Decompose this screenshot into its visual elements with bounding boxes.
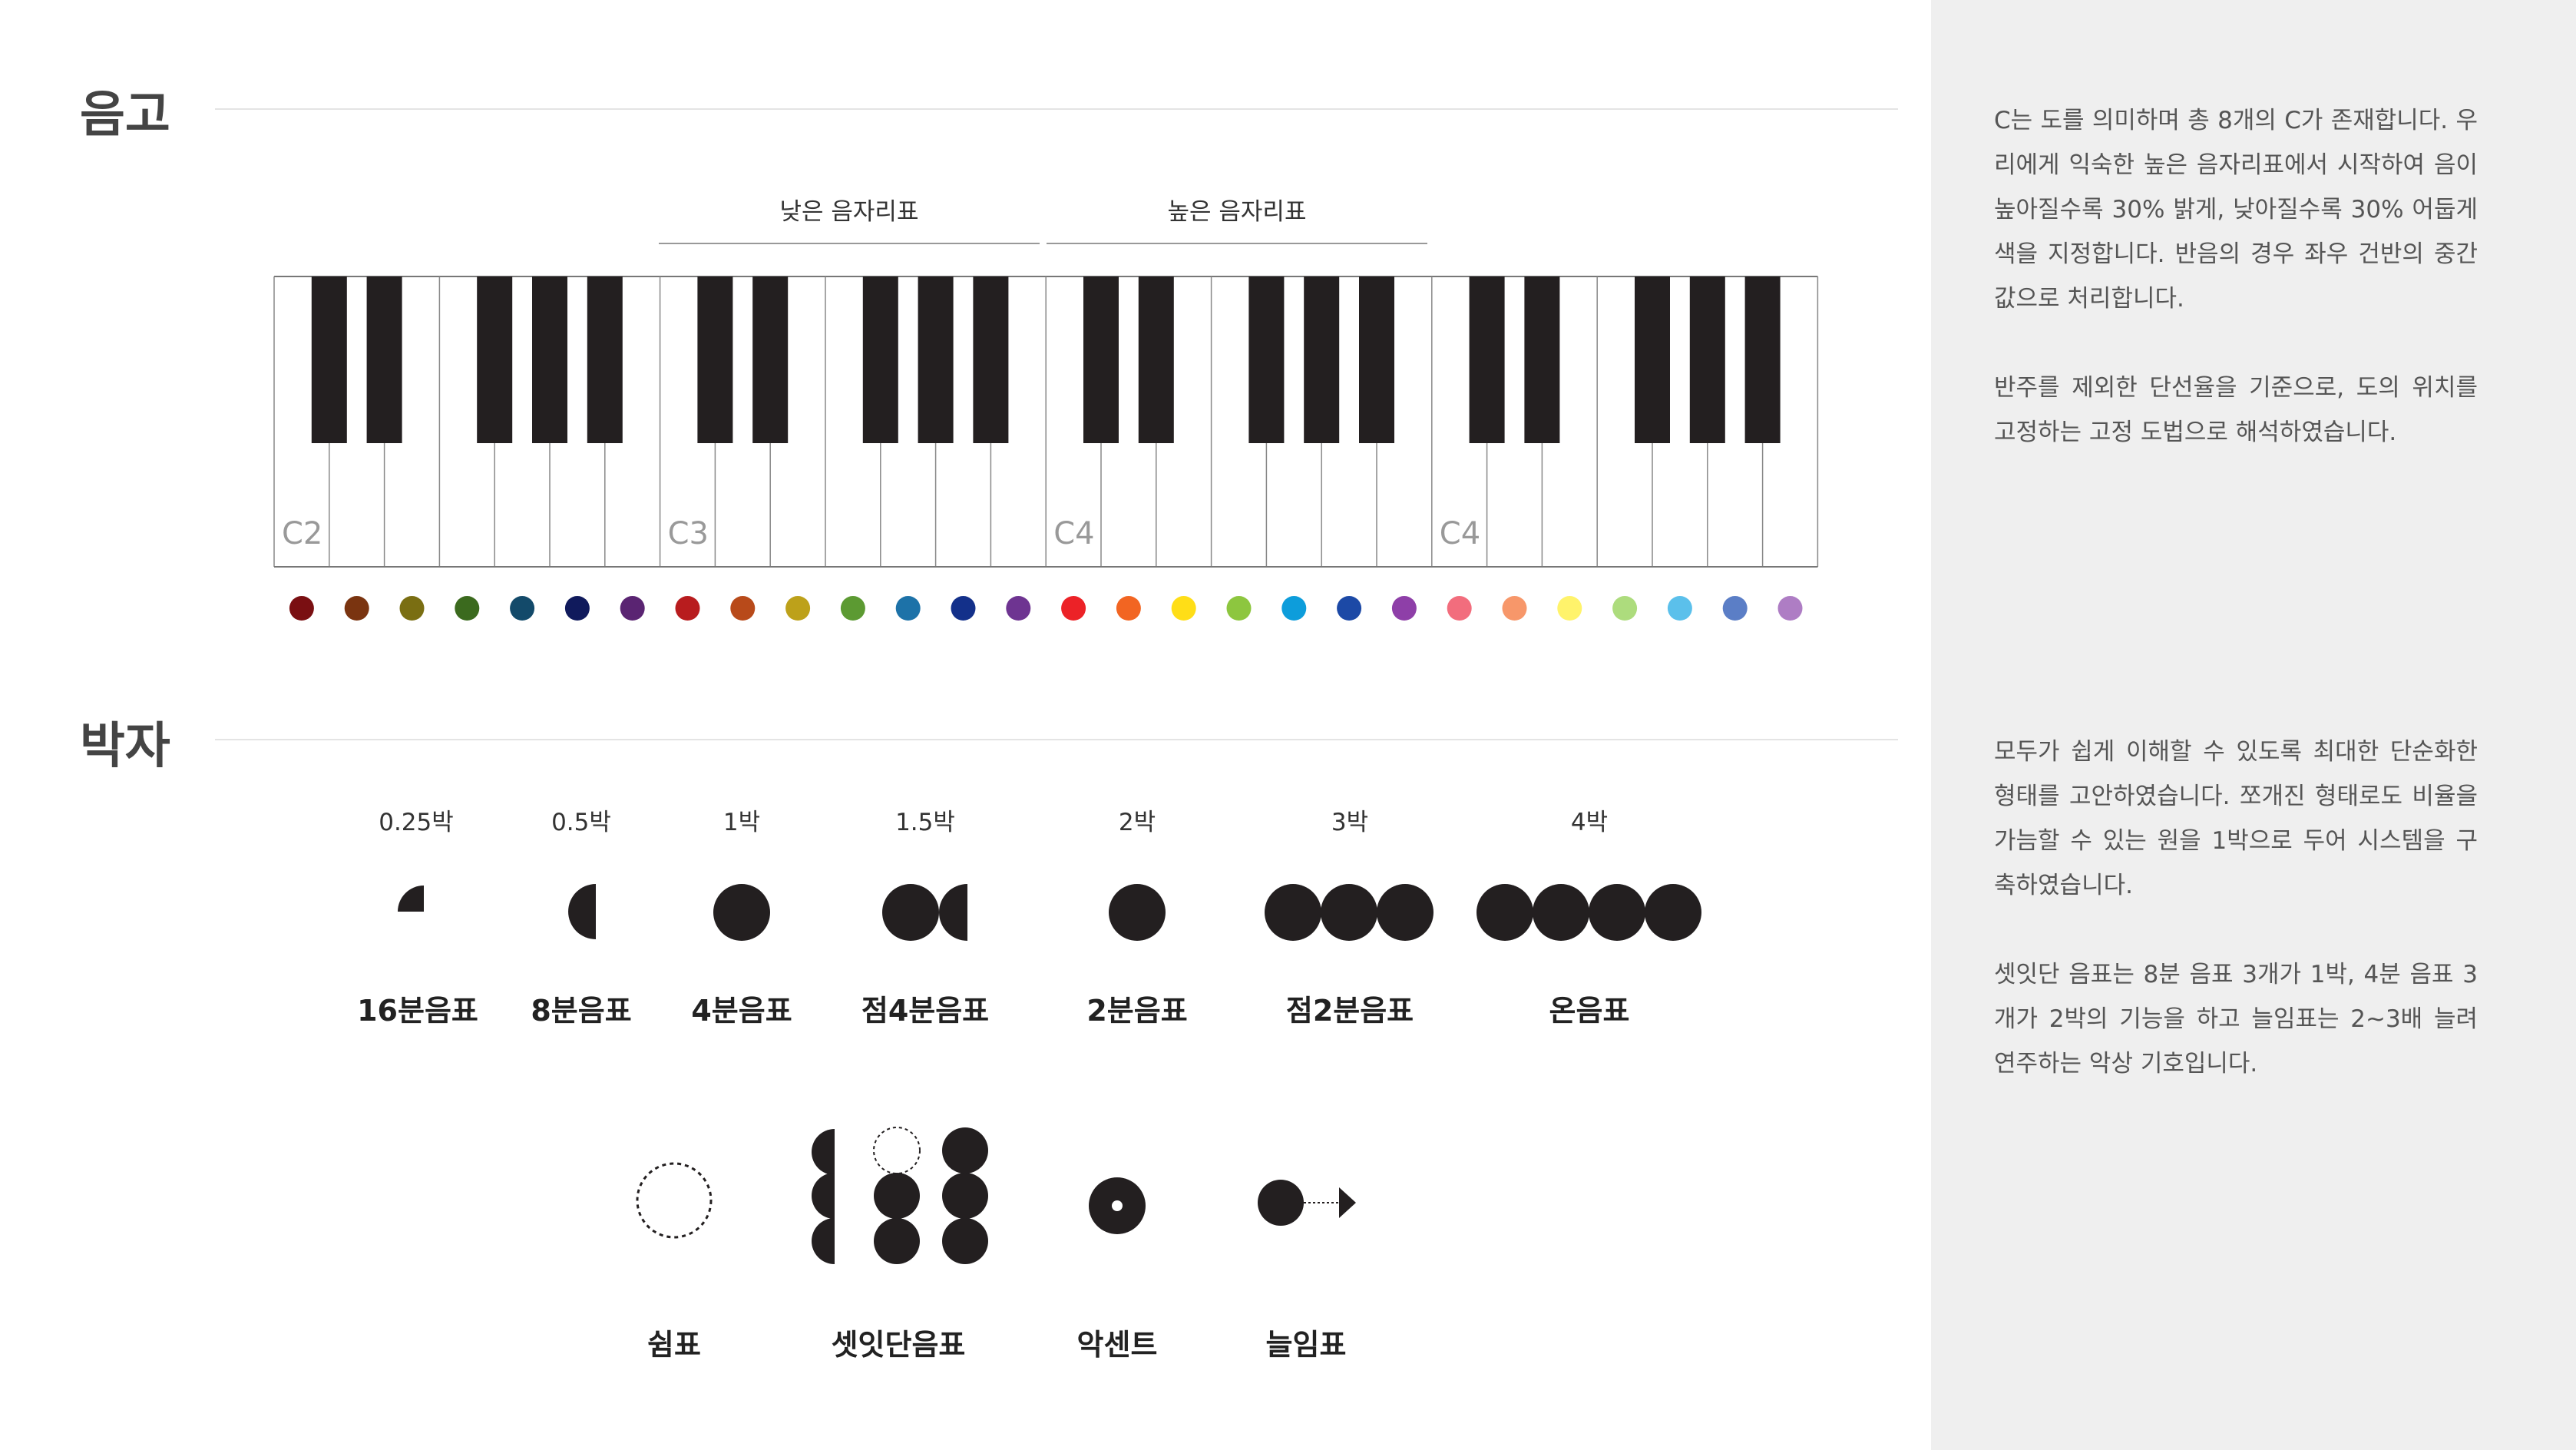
half-note-icon [1109,884,1166,941]
rhythm-glyphs [398,884,1701,1264]
eighth-note-icon [568,884,596,939]
fermata-arrow-icon [1339,1187,1356,1218]
accent-dot-icon [1112,1200,1123,1211]
whole-note-icon [1589,884,1645,941]
whole-note-icon [1645,884,1701,941]
dotted-half-note-icon [1265,884,1321,941]
triplet-quarter-icon [874,1218,920,1264]
dotted-half-note-icon [1377,884,1433,941]
rhythm-description: 모두가 쉽게 이해할 수 있도록 최대한 단순화한 형태를 고안하였습니다. 쪼… [1994,738,2478,1078]
whole-note-icon [1476,884,1533,941]
triplet-eighth-icon [812,1129,835,1175]
dotted-quarter-note-icon [882,884,939,941]
triplet-eighth-icon [812,1218,835,1264]
rest-icon [636,1162,713,1239]
triplet-quarter-icon [874,1173,920,1219]
triplet-eighth-icon [812,1173,835,1219]
whole-note-icon [1533,884,1589,941]
pitch-description: C는 도를 의미하며 총 8개의 C가 존재합니다. 우리에게 익숙한 높은 음… [1994,107,2478,446]
fermata-icon [1258,1180,1304,1226]
sixteenth-note-icon [398,886,424,912]
triplet-rest-icon [873,1127,921,1174]
quarter-note-icon [713,884,770,941]
triplet-quarter-icon [942,1127,988,1174]
dotted-half-note-icon [1321,884,1377,941]
dotted-quarter-half-icon [939,884,967,941]
triplet-quarter-icon [942,1173,988,1219]
triplet-quarter-icon [942,1218,988,1264]
